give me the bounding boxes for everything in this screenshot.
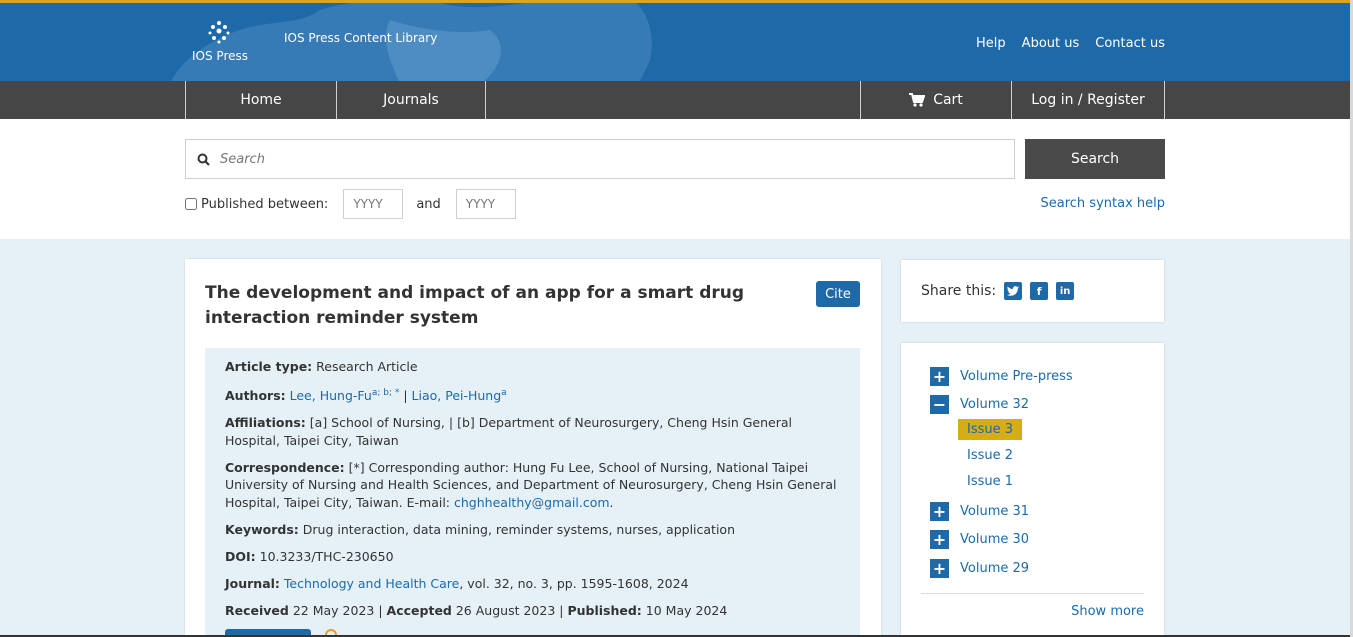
date-filter: Published between: and: [185, 189, 516, 219]
received-label: Received: [225, 602, 289, 618]
volume-navigation: + Volume Pre-press − Volume 32 Issue 3 I…: [901, 343, 1164, 637]
issue-3-active[interactable]: Issue 3: [958, 419, 1023, 440]
twitter-icon[interactable]: [1004, 282, 1023, 300]
affiliations-row: Affiliations: [a] School of Nursing, | […: [225, 414, 840, 449]
article-title: The development and impact of an app for…: [205, 283, 745, 328]
and-label: and: [416, 196, 441, 212]
logo-dots-icon: [208, 21, 230, 44]
published-between-checkbox[interactable]: [185, 198, 197, 210]
contact-us-link[interactable]: Contact us: [1095, 36, 1165, 51]
share-card: Share this: f in: [901, 260, 1164, 322]
nav-login-label: Log in / Register: [1031, 92, 1145, 108]
help-link[interactable]: Help: [976, 36, 1006, 51]
doi-row: DOI: 10.3233/THC-230650: [225, 548, 840, 566]
search-input[interactable]: [220, 151, 1014, 167]
published-label: Published:: [567, 602, 642, 618]
date-separator: |: [559, 602, 564, 618]
volume-label: Volume 31: [960, 504, 1030, 519]
published-value: 10 May 2024: [645, 602, 728, 618]
linkedin-icon[interactable]: in: [1056, 282, 1075, 300]
keywords-label: Keywords:: [225, 521, 299, 537]
year-from-input[interactable]: [343, 189, 404, 219]
issue-2[interactable]: Issue 2: [958, 445, 1022, 466]
expand-icon[interactable]: +: [930, 530, 949, 549]
volume-pre-press[interactable]: + Volume Pre-press: [930, 367, 1073, 386]
collapse-icon[interactable]: −: [930, 395, 949, 414]
site-header: IOS Press IOS Press Content Library Help…: [0, 0, 1353, 81]
article-card: The development and impact of an app for…: [185, 259, 881, 637]
logo-text: IOS Press: [192, 49, 248, 63]
received-value: 22 May 2023: [292, 602, 375, 618]
volume-label: Volume Pre-press: [960, 369, 1073, 384]
email-end: .: [609, 494, 614, 510]
volume-32[interactable]: − Volume 32: [930, 395, 1029, 414]
about-us-link[interactable]: About us: [1022, 36, 1080, 51]
affiliations-value: [a] School of Nursing, | [b] Department …: [225, 415, 793, 448]
volume-label: Volume 29: [960, 561, 1030, 576]
doi-label: DOI:: [225, 548, 256, 564]
ios-press-logo[interactable]: IOS Press: [190, 17, 254, 69]
dates-row: Received 22 May 2023 | Accepted 26 Augus…: [225, 602, 840, 620]
expand-icon[interactable]: +: [930, 367, 949, 386]
author-liao-sup: a: [501, 388, 507, 398]
authors-row: Authors: Lee, Hung-Fua; b; * | Liao, Pei…: [225, 385, 840, 405]
article-type-label: Article type:: [225, 359, 313, 374]
nav-journals-label: Journals: [383, 92, 439, 108]
expand-icon[interactable]: +: [930, 502, 949, 521]
date-separator: |: [378, 602, 383, 618]
keywords-value: Drug interaction, data mining, reminder …: [302, 521, 735, 537]
article-type-value: Research Article: [316, 359, 418, 374]
volume-label: Volume 30: [960, 532, 1030, 547]
correspondence-label: Correspondence:: [225, 459, 345, 475]
nav-home-label: Home: [240, 92, 282, 108]
share-label: Share this:: [921, 283, 997, 299]
header-links: Help About us Contact us: [976, 36, 1165, 51]
issue-1[interactable]: Issue 1: [958, 471, 1022, 492]
journal-link[interactable]: Technology and Health Care: [284, 576, 459, 591]
accepted-label: Accepted: [386, 602, 452, 618]
keywords-row: Keywords: Drug interaction, data mining,…: [225, 521, 840, 539]
search-bar: [185, 139, 1015, 179]
search-button[interactable]: Search: [1025, 139, 1165, 179]
nav-login-register[interactable]: Log in / Register: [1011, 81, 1165, 119]
journal-row: Journal: Technology and Health Care, vol…: [225, 575, 840, 593]
facebook-icon[interactable]: f: [1030, 282, 1049, 300]
cart-icon: [909, 93, 926, 107]
main-nav: Home Journals Cart Log in / Register: [0, 81, 1353, 119]
doi-value: 10.3233/THC-230650: [259, 548, 394, 564]
correspondence-row: Correspondence: [*] Corresponding author…: [225, 459, 840, 512]
volume-31[interactable]: + Volume 31: [930, 502, 1029, 521]
nav-cart[interactable]: Cart: [860, 81, 1011, 119]
affiliations-label: Affiliations:: [225, 415, 306, 431]
author-separator: |: [403, 388, 408, 404]
search-icon: [186, 153, 220, 166]
article-metadata: Article type: Research Article Authors: …: [205, 348, 860, 637]
author-lee-link[interactable]: Lee, Hung-Fu: [290, 388, 372, 403]
author-liao-link[interactable]: Liao, Pei-Hung: [412, 388, 502, 403]
author-lee-sup: a; b; *: [371, 388, 400, 398]
nav-cart-label: Cart: [933, 92, 963, 108]
cite-button[interactable]: Cite: [816, 281, 860, 307]
site-title[interactable]: IOS Press Content Library: [284, 31, 437, 45]
nav-journals[interactable]: Journals: [336, 81, 486, 119]
volume-30[interactable]: + Volume 30: [930, 530, 1029, 549]
volume-29[interactable]: + Volume 29: [930, 559, 1029, 578]
published-between-label: Published between:: [201, 196, 329, 212]
volume-label: Volume 32: [960, 397, 1030, 412]
article-type-row: Article type: Research Article: [225, 358, 840, 376]
nav-home[interactable]: Home: [185, 81, 336, 119]
email-link[interactable]: chghhealthy@gmail.com: [454, 495, 610, 510]
expand-icon[interactable]: +: [930, 559, 949, 578]
accepted-value: 26 August 2023: [455, 602, 556, 618]
authors-label: Authors:: [225, 388, 286, 404]
show-more-link[interactable]: Show more: [1071, 604, 1144, 619]
year-to-input[interactable]: [455, 189, 516, 219]
divider: [921, 593, 1144, 594]
search-syntax-help-link[interactable]: Search syntax help: [1041, 196, 1166, 211]
journal-details: , vol. 32, no. 3, pp. 1595-1608, 2024: [459, 575, 689, 591]
journal-label: Journal:: [225, 575, 280, 591]
